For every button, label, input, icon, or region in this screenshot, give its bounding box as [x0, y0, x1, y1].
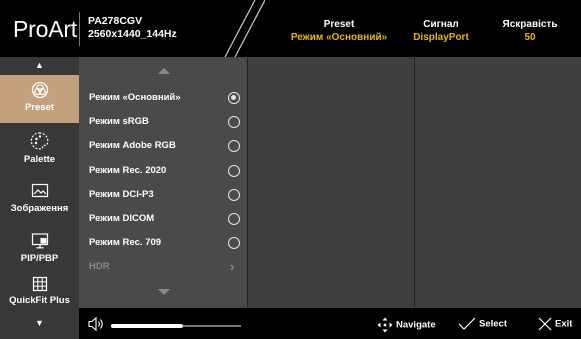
status-signal-title: Сигнал: [423, 19, 459, 30]
scroll-down-icon[interactable]: [158, 289, 170, 295]
status-signal: Сигнал DisplayPort: [406, 18, 476, 44]
status-preset-value: Режим «Основний»: [290, 32, 388, 43]
speaker-icon: [88, 316, 103, 332]
option-label: Режим Rec. 709: [89, 237, 162, 248]
select-label: Select: [479, 318, 507, 330]
navigate-label: Navigate: [396, 319, 436, 331]
exit-label: Exit: [555, 318, 573, 330]
rail-item-quickfit[interactable]: QuickFit Plus: [0, 276, 79, 308]
scroll-up-icon[interactable]: [158, 68, 170, 74]
image-icon: [31, 183, 48, 198]
option-label: Режим «Основний»: [89, 92, 181, 103]
rail-up-arrow-icon[interactable]: ▲: [0, 57, 79, 73]
preset-icon: [31, 81, 48, 99]
rail-item-pip-pbp[interactable]: PIP/PBP: [0, 228, 79, 274]
option-label: Режим sRGB: [89, 116, 149, 127]
radio-icon[interactable]: [228, 116, 240, 128]
radio-icon[interactable]: [228, 237, 240, 249]
select-button[interactable]: Select: [458, 317, 507, 332]
option-dicom-mode[interactable]: Режим DICOM: [89, 208, 244, 230]
chevron-right-icon: ›: [230, 259, 235, 274]
volume-slider[interactable]: [111, 324, 241, 328]
resolution-refresh: 2560x1440_144Hz: [88, 28, 177, 40]
model-name: PA278CGV: [88, 15, 143, 27]
radio-icon[interactable]: [228, 189, 240, 201]
quickfit-icon: [32, 276, 47, 292]
rail-item-preset-label: Preset: [24, 102, 55, 113]
osd-header: ProArt PA278CGV 2560x1440_144Hz Preset Р…: [0, 0, 581, 57]
status-brightness-title: Яскравість: [502, 19, 558, 30]
checkmark-icon: [458, 317, 476, 330]
pip-pbp-icon: [31, 233, 48, 249]
rail-item-palette-label: Palette: [23, 154, 56, 165]
option-adobe-rgb-mode[interactable]: Режим Adobe RGB: [89, 135, 244, 157]
option-rec2020-mode[interactable]: Режим Rec. 2020: [89, 160, 244, 182]
status-brightness: Яскравість 50: [490, 18, 570, 44]
status-brightness-value: 50: [524, 32, 536, 43]
model-info: PA278CGV 2560x1440_144Hz: [88, 15, 177, 41]
radio-icon[interactable]: [228, 140, 240, 152]
monitor-osd: ProArt PA278CGV 2560x1440_144Hz Preset Р…: [0, 0, 581, 339]
exit-button[interactable]: Exit: [538, 317, 572, 332]
status-signal-value: DisplayPort: [413, 32, 469, 43]
option-label: Режим DICOM: [89, 213, 155, 224]
navigate-button[interactable]: Navigate: [377, 317, 436, 333]
option-label: Режим Rec. 2020: [89, 165, 167, 176]
status-preset-title: Preset: [323, 19, 355, 30]
navigate-icon: [377, 317, 393, 333]
palette-icon: [30, 132, 48, 150]
option-label: Режим Adobe RGB: [89, 140, 176, 151]
rail-item-palette[interactable]: Palette: [0, 127, 79, 173]
osd-footer: Navigate Select Exit: [79, 308, 581, 339]
radio-icon[interactable]: [228, 165, 240, 177]
option-dci-p3-mode[interactable]: Режим DCI-P3: [89, 184, 244, 206]
rail-item-image[interactable]: Зображення: [0, 178, 79, 224]
brand-logo: ProArt: [13, 16, 77, 42]
option-label: Режим DCI-P3: [89, 189, 154, 200]
rail-item-pip-pbp-label: PIP/PBP: [20, 253, 59, 264]
status-preset: Preset Режим «Основний»: [274, 18, 404, 44]
option-standard-mode[interactable]: Режим «Основний»: [89, 87, 244, 109]
rail-down-arrow-icon[interactable]: ▼: [0, 314, 79, 332]
option-hdr: HDR ›: [89, 256, 244, 278]
radio-icon[interactable]: [228, 213, 240, 225]
brand-divider: [79, 12, 80, 46]
volume-slider-fill: [111, 324, 183, 328]
option-rec709-mode[interactable]: Режим Rec. 709: [89, 232, 244, 254]
option-label: HDR: [89, 261, 110, 272]
submenu-panel: [247, 57, 414, 308]
close-icon: [538, 317, 552, 331]
radio-selected-icon[interactable]: [228, 92, 240, 104]
rail-item-image-label: Зображення: [10, 203, 69, 214]
rail-item-quickfit-label: QuickFit Plus: [9, 295, 70, 306]
rail-item-preset[interactable]: Preset: [0, 75, 79, 123]
option-srgb-mode[interactable]: Режим sRGB: [89, 111, 244, 133]
detail-panel: [414, 57, 581, 308]
header-slash-decoration: [224, 0, 265, 57]
